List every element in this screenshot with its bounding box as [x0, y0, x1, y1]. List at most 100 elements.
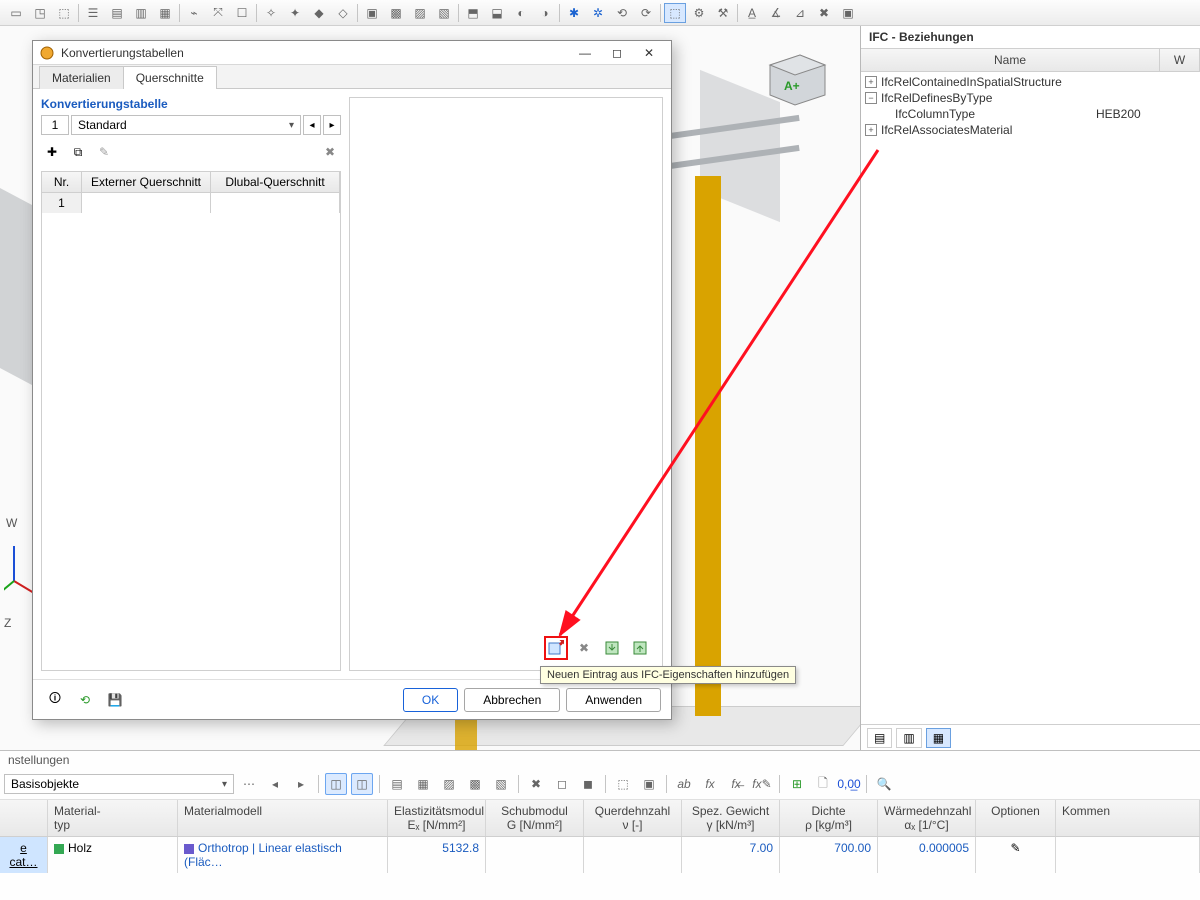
nav-cube[interactable]: A+: [760, 50, 830, 110]
hdr[interactable]: Querdehnzahl ν [-]: [584, 800, 682, 836]
toggle-a[interactable]: ◫: [325, 773, 347, 795]
tab-cross-sections[interactable]: Querschnitte: [123, 66, 217, 89]
bt-icon[interactable]: 🗋: [812, 773, 834, 795]
bt-icon[interactable]: ▧: [490, 773, 512, 795]
col-dlu[interactable]: Dlubal-Querschnitt: [211, 172, 340, 192]
cell[interactable]: ✎: [976, 837, 1056, 873]
table-row[interactable]: e cat… Holz Orthotrop | Linear elastisch…: [0, 837, 1200, 873]
toolbar-icon[interactable]: ▭: [5, 3, 27, 23]
bt-icon[interactable]: fx: [699, 773, 721, 795]
toolbar-icon[interactable]: ✦: [284, 3, 306, 23]
toolbar-icon[interactable]: ▥: [130, 3, 152, 23]
hdr[interactable]: Kommen: [1056, 800, 1200, 836]
prev-button[interactable]: ◂: [303, 115, 321, 135]
bt-icon[interactable]: ▤: [386, 773, 408, 795]
bt-icon[interactable]: ▣: [638, 773, 660, 795]
bt-icon[interactable]: ◻: [551, 773, 573, 795]
cell[interactable]: e cat…: [0, 837, 48, 873]
bt-icon[interactable]: ▨: [438, 773, 460, 795]
toolbar-icon[interactable]: ⬚: [53, 3, 75, 23]
toolbar-icon[interactable]: ◐: [510, 3, 532, 23]
toolbar-icon[interactable]: ⟳: [635, 3, 657, 23]
save-default-button[interactable]: 💾: [103, 688, 127, 712]
toolbar-icon[interactable]: ⌁: [183, 3, 205, 23]
cell[interactable]: [1056, 837, 1200, 873]
bt-icon[interactable]: ▦: [412, 773, 434, 795]
close-button[interactable]: ✕: [633, 42, 665, 64]
toolbar-icon[interactable]: ⬒: [462, 3, 484, 23]
add-from-ifc-button[interactable]: ✖ Neuen Eintrag aus IFC-Eigenschaften hi…: [544, 636, 568, 660]
toolbar-icon[interactable]: ⤧: [207, 3, 229, 23]
cell-dlu[interactable]: [211, 193, 340, 213]
toolbar-icon[interactable]: ▦: [154, 3, 176, 23]
col-nr[interactable]: Nr.: [42, 172, 82, 192]
cell[interactable]: 5132.8: [388, 837, 486, 873]
toolbar-icon[interactable]: ◆: [308, 3, 330, 23]
help-button[interactable]: 🛈: [43, 688, 67, 712]
mapping-table-body[interactable]: 1: [41, 193, 341, 671]
hdr[interactable]: Dichte ρ [kg/m³]: [780, 800, 878, 836]
search-button[interactable]: 🔍: [873, 773, 895, 795]
ifc-row[interactable]: + IfcRelAssociatesMaterial: [861, 122, 1200, 138]
cell-ext[interactable]: [82, 193, 211, 213]
ifc-row[interactable]: IfcColumnType HEB200: [861, 106, 1200, 122]
bt-icon[interactable]: ◼: [577, 773, 599, 795]
object-filter-select[interactable]: Basisobjekte ▾: [4, 774, 234, 794]
table-row[interactable]: 1: [42, 193, 340, 213]
toolbar-icon[interactable]: ⚙: [688, 3, 710, 23]
cell[interactable]: Orthotrop | Linear elastisch (Fläc…: [178, 837, 388, 873]
export-button[interactable]: [628, 636, 652, 660]
ifc-row[interactable]: + IfcRelContainedInSpatialStructure: [861, 74, 1200, 90]
reset-button[interactable]: ⟲: [73, 688, 97, 712]
toolbar-icon[interactable]: ✧: [260, 3, 282, 23]
toolbar-icon[interactable]: ☐: [231, 3, 253, 23]
minimize-button[interactable]: —: [569, 42, 601, 64]
delete-table-button[interactable]: ✖: [319, 141, 341, 163]
toolbar-icon[interactable]: ✲: [587, 3, 609, 23]
hdr[interactable]: Schubmodul G [N/mm²]: [486, 800, 584, 836]
ifc-row[interactable]: − IfcRelDefinesByType: [861, 90, 1200, 106]
toolbar-icon[interactable]: ⚒: [712, 3, 734, 23]
toolbar-icon[interactable]: ◳: [29, 3, 51, 23]
cell[interactable]: 0.000005: [878, 837, 976, 873]
cell[interactable]: [486, 837, 584, 873]
ifc-tab[interactable]: ▥: [896, 728, 921, 748]
ifc-col-name[interactable]: Name: [861, 49, 1160, 71]
ok-button[interactable]: OK: [403, 688, 458, 712]
bt-icon[interactable]: 0,0̲0: [838, 773, 860, 795]
toolbar-icon[interactable]: ▣: [361, 3, 383, 23]
toggle-b[interactable]: ◫: [351, 773, 373, 795]
apply-button[interactable]: Anwenden: [566, 688, 661, 712]
cell[interactable]: 700.00: [780, 837, 878, 873]
expand-icon[interactable]: +: [865, 124, 877, 136]
cancel-button[interactable]: Abbrechen: [464, 688, 560, 712]
expand-icon[interactable]: +: [865, 76, 877, 88]
bt-icon[interactable]: ✖: [525, 773, 547, 795]
bt-icon[interactable]: ⊞: [786, 773, 808, 795]
dialog-titlebar[interactable]: Konvertierungstabellen — ◻ ✕: [33, 41, 671, 65]
maximize-button[interactable]: ◻: [601, 42, 633, 64]
next-button[interactable]: ▸: [290, 773, 312, 795]
hdr[interactable]: Material- typ: [48, 800, 178, 836]
bt-icon[interactable]: ▩: [464, 773, 486, 795]
ifc-tab[interactable]: ▦: [926, 728, 951, 748]
config-button[interactable]: ⋯: [238, 773, 260, 795]
new-table-button[interactable]: ✚: [41, 141, 63, 163]
toolbar-icon[interactable]: ▩: [385, 3, 407, 23]
toolbar-icon[interactable]: ▨: [409, 3, 431, 23]
hdr[interactable]: Wärmedehnzahl αₓ [1/°C]: [878, 800, 976, 836]
col-ext[interactable]: Externer Querschnitt: [82, 172, 211, 192]
next-button[interactable]: ▸: [323, 115, 341, 135]
toolbar-icon[interactable]: ▧: [433, 3, 455, 23]
toolbar-icon[interactable]: ⟲: [611, 3, 633, 23]
toolbar-icon[interactable]: ◇: [332, 3, 354, 23]
toolbar-icon[interactable]: ✱: [563, 3, 585, 23]
toolbar-icon[interactable]: ∡: [765, 3, 787, 23]
expand-icon[interactable]: −: [865, 92, 877, 104]
toolbar-icon[interactable]: ▤: [106, 3, 128, 23]
toolbar-icon[interactable]: ▣: [837, 3, 859, 23]
hdr[interactable]: Optionen: [976, 800, 1056, 836]
cell[interactable]: [584, 837, 682, 873]
hdr[interactable]: Elastizitätsmodul Eₓ [N/mm²]: [388, 800, 486, 836]
bt-icon[interactable]: ab: [673, 773, 695, 795]
